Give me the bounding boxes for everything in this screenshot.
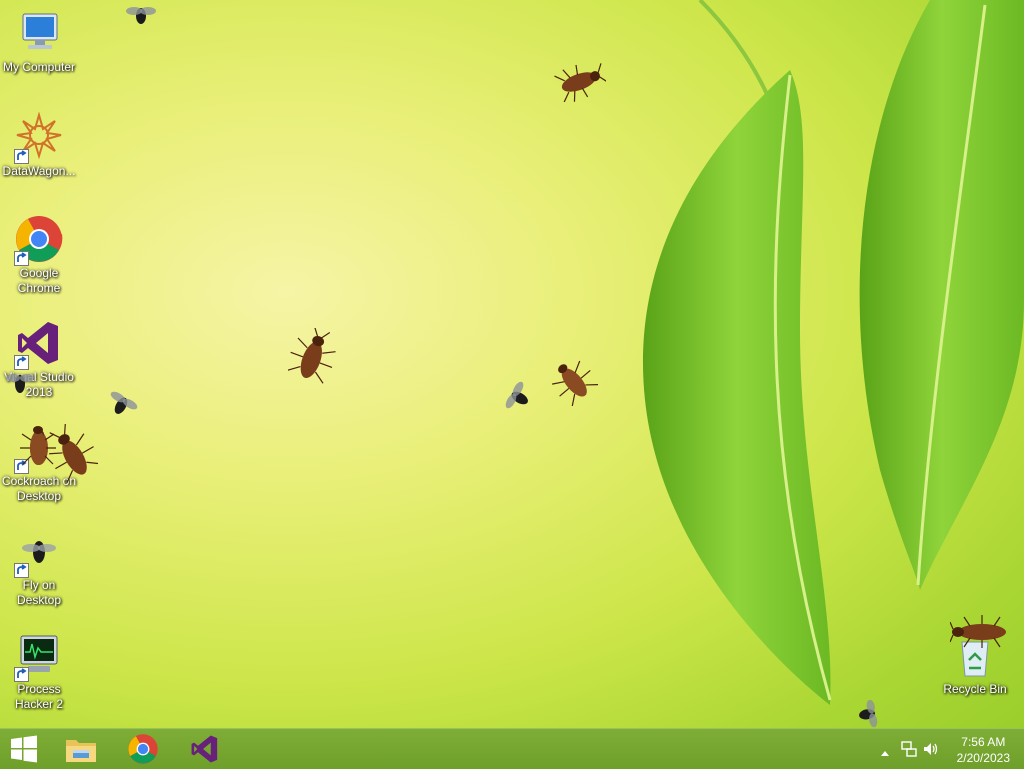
- fly-icon[interactable]: [498, 380, 538, 414]
- computer-icon: [14, 8, 64, 58]
- clock-time: 7:56 AM: [961, 735, 1006, 749]
- network-icon[interactable]: [900, 740, 918, 763]
- cockroach-icon[interactable]: [288, 328, 336, 388]
- shortcut-arrow-icon: [14, 667, 29, 682]
- taskbar-visual-studio[interactable]: [180, 729, 230, 769]
- chrome-icon: [128, 734, 158, 764]
- taskbar-chrome[interactable]: [118, 729, 168, 769]
- desktop-icon-process-hacker[interactable]: Process Hacker 2: [0, 630, 78, 712]
- desktop-icon-label: Process Hacker 2: [14, 682, 64, 711]
- fly-icon[interactable]: [4, 366, 36, 398]
- shortcut-arrow-icon: [14, 563, 29, 578]
- windows-logo-icon: [11, 735, 37, 763]
- visual-studio-icon: [14, 318, 64, 370]
- cockroach-icon[interactable]: [552, 62, 606, 102]
- desktop-icon-label: DataWagon...: [2, 164, 76, 178]
- desktop-icon-label: Fly on Desktop: [16, 578, 62, 607]
- fly-icon[interactable]: [124, 0, 158, 28]
- cockroach-icon[interactable]: [548, 356, 598, 406]
- fly-icon[interactable]: [104, 386, 140, 422]
- taskbar-clock[interactable]: 7:56 AM 2/20/2023: [957, 734, 1010, 766]
- shortcut-arrow-icon: [14, 251, 29, 266]
- fly-app-icon: [14, 526, 64, 578]
- volume-icon[interactable]: [922, 740, 940, 763]
- desktop[interactable]: My Computer DataWagon... Google Chrome V…: [0, 0, 1024, 728]
- desktop-icon-label: Google Chrome: [17, 266, 61, 295]
- desktop-icon-label: Recycle Bin: [943, 682, 1007, 696]
- shortcut-arrow-icon: [14, 149, 29, 164]
- system-tray: 7:56 AM 2/20/2023: [864, 729, 1024, 769]
- wallpaper-leaves: [642, 0, 1024, 705]
- taskbar-file-explorer[interactable]: [56, 729, 106, 769]
- desktop-icon-label: My Computer: [2, 60, 76, 74]
- taskbar: 7:56 AM 2/20/2023: [0, 728, 1024, 769]
- fly-icon[interactable]: [850, 700, 888, 728]
- start-button[interactable]: [0, 729, 48, 769]
- desktop-icon-google-chrome[interactable]: Google Chrome: [0, 214, 78, 296]
- process-hacker-icon: [14, 630, 64, 682]
- show-hidden-icons-chevron-icon[interactable]: [880, 744, 890, 762]
- desktop-icon-my-computer[interactable]: My Computer: [0, 8, 78, 75]
- cockroach-icon[interactable]: [950, 614, 1014, 648]
- cockroach-icon[interactable]: [48, 424, 98, 486]
- visual-studio-icon: [191, 735, 218, 763]
- desktop-icon-datawagon[interactable]: DataWagon...: [0, 111, 78, 179]
- desktop-icon-fly-on-desktop[interactable]: Fly on Desktop: [0, 526, 78, 608]
- clock-date: 2/20/2023: [956, 751, 1010, 765]
- file-explorer-icon: [66, 740, 96, 762]
- datawagon-icon: [14, 111, 64, 164]
- chrome-icon: [14, 214, 64, 266]
